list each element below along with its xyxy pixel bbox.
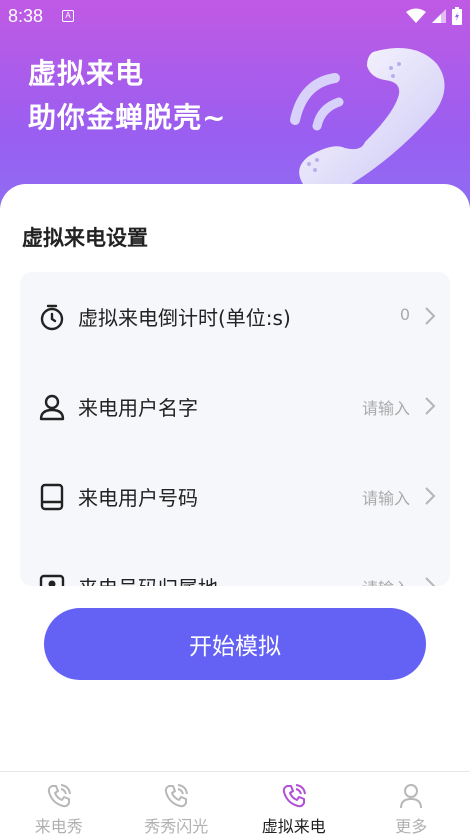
status-icons [406,7,462,25]
phone-call-icon [165,784,189,808]
tab-label: 更多 [395,817,428,835]
settings-list: 虚拟来电倒计时(单位:s) 0 来电用户名字 请输入 来电用户号码 请输入 [20,272,450,586]
section-title: 虚拟来电设置 [22,226,148,250]
chevron-right-icon [425,397,436,415]
caller-number-value: 请输入 [361,489,410,508]
start-simulation-button[interactable]: 开始模拟 [44,608,426,680]
status-time: 8:38 [8,6,44,26]
bottom-tab-bar: 来电秀 秀秀闪光 虚拟来电 更多 [0,771,470,835]
id-card-icon [39,574,65,586]
countdown-value: 0 [399,305,410,324]
tab-label: 虚拟来电 [261,817,326,835]
caller-location-row[interactable]: 来电号码归属地 请输入 [20,542,450,586]
battery-icon [452,7,462,25]
tab-flash-show[interactable]: 秀秀闪光 [118,772,236,835]
settings-card: 虚拟来电设置 虚拟来电倒计时(单位:s) 0 来电用户名字 请输入 来电用户号码… [0,184,470,784]
chevron-right-icon [425,307,436,325]
tab-virtual-call[interactable]: 虚拟来电 [235,772,353,835]
chevron-right-icon [425,487,436,505]
caller-name-label: 来电用户名字 [78,396,198,420]
caller-number-row[interactable]: 来电用户号码 请输入 [20,452,450,542]
tab-label: 来电秀 [34,817,83,835]
caller-name-value: 请输入 [361,399,410,418]
caller-name-row[interactable]: 来电用户名字 请输入 [20,362,450,452]
tab-call-show[interactable]: 来电秀 [0,772,118,835]
chevron-right-icon [425,577,436,586]
hero-subtitle: 助你金蝉脱壳~ [28,101,227,134]
caller-location-value: 请输入 [362,575,410,586]
countdown-label: 虚拟来电倒计时(单位:s) [78,306,291,330]
hero-title: 虚拟来电 [28,57,145,90]
phone-handset-illustration-icon [290,48,445,193]
signal-icon [432,9,446,23]
notification-icon: A [62,10,74,22]
caller-number-label: 来电用户号码 [78,486,198,510]
tab-more[interactable]: 更多 [353,772,470,835]
user-icon [39,394,65,421]
phone-device-icon [40,483,64,511]
phone-call-icon [282,784,306,808]
person-icon [400,784,423,809]
countdown-row[interactable]: 虚拟来电倒计时(单位:s) 0 [20,272,450,362]
status-bar: 8:38 A [0,0,470,34]
phone-call-icon [47,784,71,808]
caller-location-label: 来电号码归属地 [78,572,218,586]
wifi-icon [406,8,426,23]
stopwatch-icon [40,304,64,331]
tab-label: 秀秀闪光 [144,817,209,835]
